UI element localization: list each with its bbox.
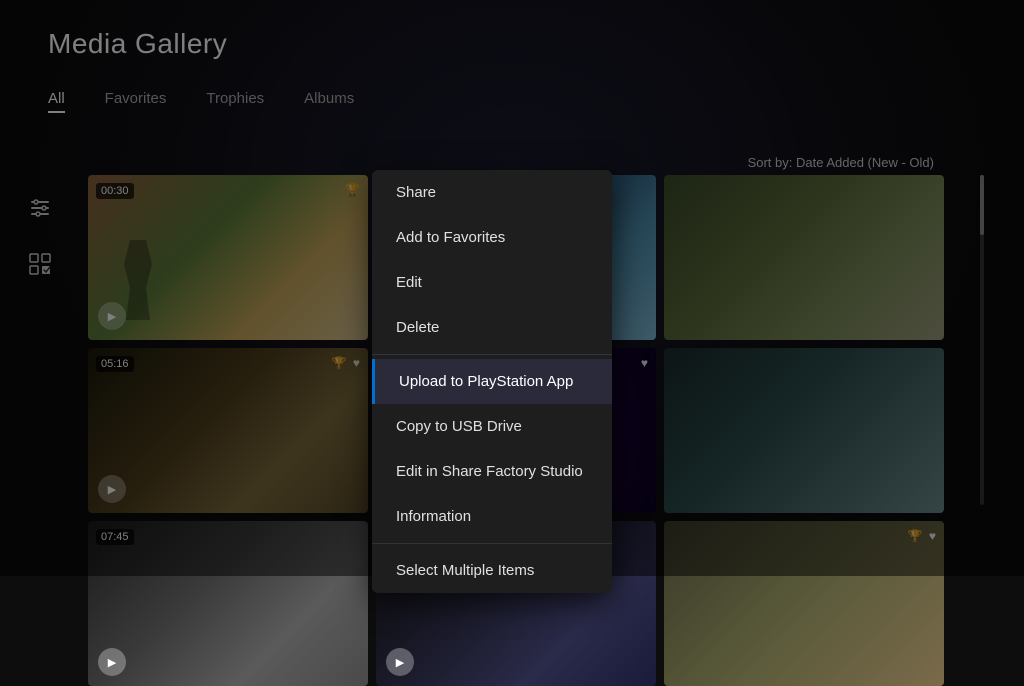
menu-item-share[interactable]: Share (372, 170, 612, 215)
menu-item-add-favorites[interactable]: Add to Favorites (372, 215, 612, 260)
play-btn-7[interactable]: ▶ (98, 648, 126, 676)
menu-item-upload-ps[interactable]: Upload to PlayStation App (372, 359, 612, 404)
menu-divider-1 (372, 354, 612, 355)
play-btn-8[interactable]: ▶ (386, 648, 414, 676)
menu-item-delete[interactable]: Delete (372, 305, 612, 350)
menu-item-share-factory[interactable]: Edit in Share Factory Studio (372, 449, 612, 494)
context-menu: Share Add to Favorites Edit Delete Uploa… (372, 170, 612, 593)
menu-item-information[interactable]: Information (372, 494, 612, 539)
menu-divider-2 (372, 543, 612, 544)
menu-item-edit[interactable]: Edit (372, 260, 612, 305)
menu-item-select-multiple[interactable]: Select Multiple Items (372, 548, 612, 593)
menu-item-copy-usb[interactable]: Copy to USB Drive (372, 404, 612, 449)
